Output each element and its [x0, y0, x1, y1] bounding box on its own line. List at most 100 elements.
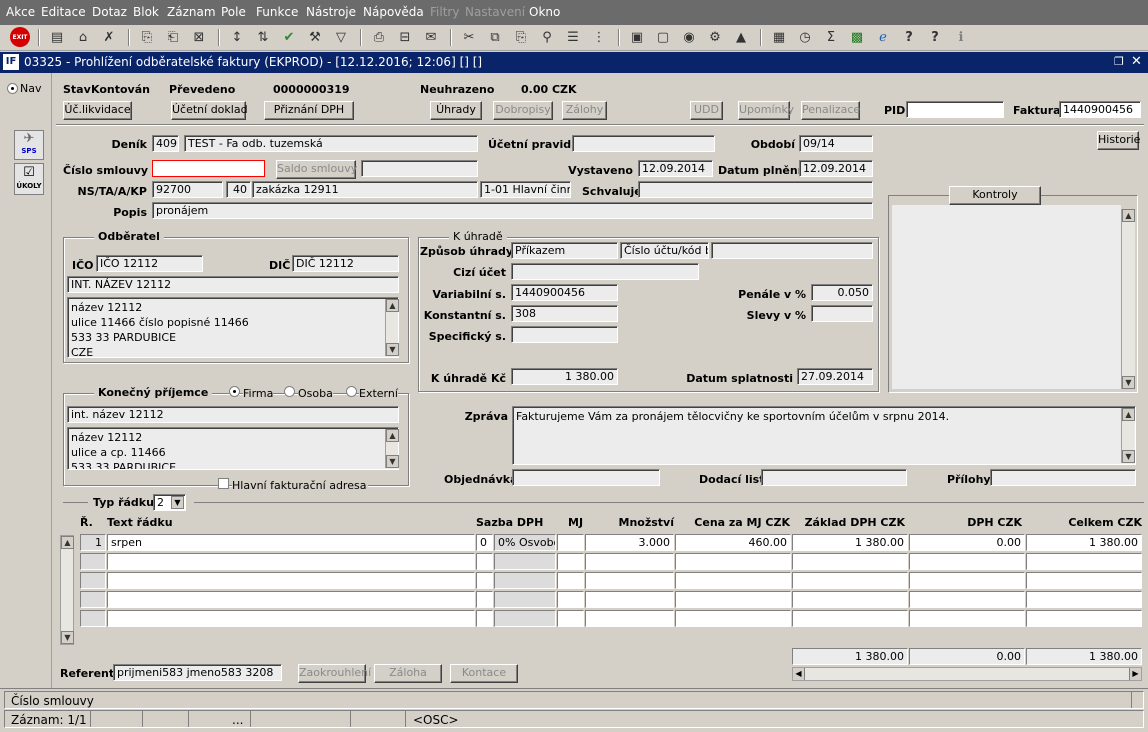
table-cell[interactable]: [494, 553, 556, 570]
menu-editace[interactable]: Editace: [41, 5, 86, 19]
help-icon[interactable]: ?: [926, 28, 944, 46]
scroll-down-icon[interactable]: ▼: [386, 343, 399, 356]
saldo-field[interactable]: [361, 160, 478, 177]
table-cell[interactable]: [585, 610, 674, 627]
table-cell[interactable]: [675, 553, 791, 570]
help-context-icon[interactable]: ?: [900, 28, 918, 46]
kontace-button[interactable]: Kontace: [450, 664, 518, 683]
restore-icon[interactable]: ❐: [1114, 55, 1124, 68]
radio-firma[interactable]: [229, 386, 240, 397]
menu-zaznam[interactable]: Záznam: [167, 5, 216, 19]
tree-icon[interactable]: ⋮: [590, 28, 608, 46]
dic-field[interactable]: DIČ 12112: [292, 255, 399, 272]
table-cell[interactable]: [909, 553, 1025, 570]
konecny-int-nazev-field[interactable]: int. název 12112: [67, 406, 399, 423]
table-cell[interactable]: [557, 553, 584, 570]
vs-field[interactable]: 1440900456: [511, 284, 618, 301]
schvaluje-field[interactable]: [638, 181, 873, 198]
slevy-field[interactable]: [811, 305, 873, 322]
kontroly-button[interactable]: Kontroly: [949, 186, 1041, 205]
execute-query-icon[interactable]: ⎗: [164, 28, 182, 46]
save-icon[interactable]: ▢: [654, 28, 672, 46]
scroll-down-icon[interactable]: ▼: [61, 631, 74, 644]
datum-splatnosti-field[interactable]: 27.09.2014: [797, 368, 873, 385]
row-sazba-code[interactable]: 0: [476, 534, 493, 551]
zprava-scrollbar[interactable]: ▲ ▼: [1121, 408, 1135, 463]
chart-icon[interactable]: ▦: [770, 28, 788, 46]
ico-field[interactable]: IČO 12112: [96, 255, 203, 272]
paste-icon[interactable]: ⎘: [512, 28, 530, 46]
table-cell[interactable]: [1026, 610, 1142, 627]
table-cell[interactable]: [585, 572, 674, 589]
filter-icon[interactable]: ▽: [332, 28, 350, 46]
a-field[interactable]: zakázka 12911: [252, 181, 478, 198]
scroll-down-icon[interactable]: ▼: [1122, 376, 1135, 389]
query-icon[interactable]: ⎘: [138, 28, 156, 46]
table-cell[interactable]: [675, 610, 791, 627]
penale-field[interactable]: 0.050: [811, 284, 873, 301]
scroll-down-icon[interactable]: ▼: [1122, 450, 1135, 463]
prilohy-field[interactable]: [990, 469, 1136, 486]
cizi-ucet-field[interactable]: [511, 263, 699, 280]
menu-filtry[interactable]: Filtry: [430, 5, 459, 19]
mountain-icon[interactable]: ▲: [732, 28, 750, 46]
table-cell[interactable]: [80, 572, 106, 589]
typ-radku-select[interactable]: 2 ▼: [153, 494, 186, 511]
ie-icon[interactable]: ℯ: [874, 28, 892, 46]
row-cena[interactable]: 460.00: [675, 534, 791, 551]
nav-radio[interactable]: [7, 83, 18, 94]
menu-dotaz[interactable]: Dotaz: [92, 5, 127, 19]
zaokrouhleni-button[interactable]: Zaokrouhlení: [298, 664, 371, 683]
list-icon[interactable]: ☰: [564, 28, 582, 46]
uc-likvidace-button[interactable]: Úč.likvidace: [63, 101, 132, 120]
wrench-icon[interactable]: ⚒: [306, 28, 324, 46]
table-cell[interactable]: [792, 591, 908, 608]
table-cell[interactable]: [557, 572, 584, 589]
row-zaklad[interactable]: 1 380.00: [792, 534, 908, 551]
table-cell[interactable]: [557, 591, 584, 608]
radio-osoba[interactable]: [284, 386, 295, 397]
radio-externi[interactable]: [346, 386, 357, 397]
kontroly-scrollbar[interactable]: ▲ ▼: [1121, 209, 1135, 389]
row-dph[interactable]: 0.00: [909, 534, 1025, 551]
ns-field[interactable]: 92700: [152, 181, 223, 198]
table-cell[interactable]: [476, 572, 493, 589]
ucet-type-field[interactable]: Číslo účtu/kód banky: [620, 242, 709, 259]
table-cell[interactable]: [476, 610, 493, 627]
print-preview-icon[interactable]: ⊟: [396, 28, 414, 46]
chevron-down-icon[interactable]: ▼: [171, 496, 184, 509]
ucetni-pravidlo-field[interactable]: [572, 135, 715, 152]
sum-icon[interactable]: Σ: [822, 28, 840, 46]
table-cell[interactable]: [476, 553, 493, 570]
penalizace-button[interactable]: Penalizace: [801, 101, 860, 120]
sps-icon[interactable]: ✈ SPS: [14, 130, 44, 160]
search-icon[interactable]: ⚲: [538, 28, 556, 46]
zaloha-button[interactable]: Záloha: [374, 664, 442, 683]
excel-icon[interactable]: ▩: [848, 28, 866, 46]
table-cell[interactable]: [107, 572, 475, 589]
faktura-field[interactable]: 1440900456: [1059, 101, 1141, 118]
hlavni-adresa-checkbox[interactable]: [218, 478, 229, 489]
zpusob-uhrady-field[interactable]: Příkazem: [511, 242, 618, 259]
sort-desc-icon[interactable]: ⇅: [254, 28, 272, 46]
denik-name-field[interactable]: TEST - Fa odb. tuzemská: [184, 135, 478, 152]
dodaci-list-field[interactable]: [761, 469, 907, 486]
dobropisy-button[interactable]: Dobropisy: [493, 101, 553, 120]
mail-icon[interactable]: ✉: [422, 28, 440, 46]
ta-field[interactable]: 40: [226, 181, 251, 198]
scroll-up-icon[interactable]: ▲: [386, 429, 399, 442]
historie-button[interactable]: Historie: [1097, 131, 1140, 150]
table-cell[interactable]: [494, 610, 556, 627]
scroll-up-icon[interactable]: ▲: [386, 299, 399, 312]
ucet-field[interactable]: [711, 242, 873, 259]
cancel-query-icon[interactable]: ⊠: [190, 28, 208, 46]
kp-field[interactable]: 1-01 Hlavní činnost: [480, 181, 571, 198]
table-cell[interactable]: [557, 610, 584, 627]
upominky-button[interactable]: Upomínky: [738, 101, 794, 120]
konecny-address-scrollbar[interactable]: ▲ ▼: [385, 429, 399, 468]
row-sazba[interactable]: 0% Osvobozeno: [494, 534, 556, 551]
table-cell[interactable]: [792, 553, 908, 570]
obdobi-field[interactable]: 09/14: [799, 135, 873, 152]
menu-blok[interactable]: Blok: [133, 5, 159, 19]
row-mnozstvi[interactable]: 3.000: [585, 534, 674, 551]
